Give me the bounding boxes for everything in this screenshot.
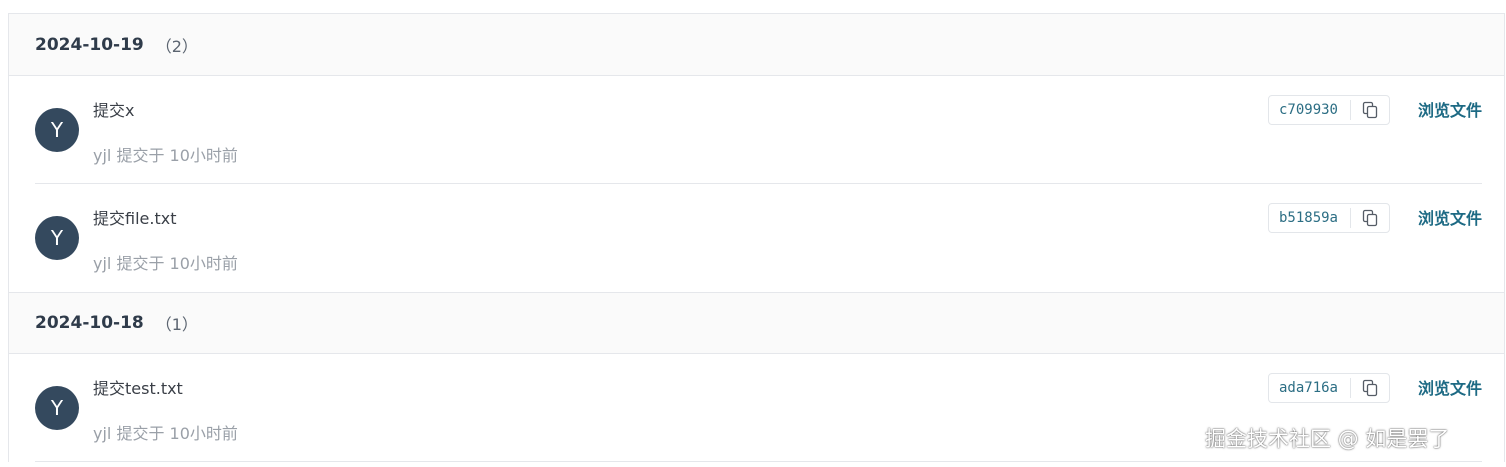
browse-files-link[interactable]: 浏览文件 bbox=[1418, 97, 1482, 121]
commit-row: Y 提交x yjl 提交于 10小时前 c709930 浏览文件 bbox=[35, 76, 1482, 184]
avatar[interactable]: Y bbox=[35, 386, 79, 430]
commit-sha-box: c709930 bbox=[1267, 95, 1390, 125]
commit-meta: yjl 提交于 10小时前 bbox=[93, 146, 238, 165]
group-date: 2024-10-18 bbox=[35, 313, 144, 333]
commit-meta: yjl 提交于 10小时前 bbox=[93, 424, 238, 443]
avatar[interactable]: Y bbox=[35, 108, 79, 152]
group-date: 2024-10-19 bbox=[35, 34, 144, 55]
commit-history-page: 2024-10-19 （2） Y 提交x yjl 提交于 10小时前 c7099… bbox=[0, 0, 1506, 467]
commit-meta: yjl 提交于 10小时前 bbox=[93, 254, 238, 273]
commit-sha-box: ada716a bbox=[1267, 373, 1390, 403]
commit-sha[interactable]: b51859a bbox=[1269, 208, 1351, 228]
copy-icon bbox=[1362, 379, 1378, 397]
commit-sha[interactable]: ada716a bbox=[1269, 378, 1351, 398]
group-commit-count: （2） bbox=[155, 36, 198, 56]
date-group-header: 2024-10-18 （1） bbox=[9, 292, 1504, 354]
browse-files-link[interactable]: 浏览文件 bbox=[1418, 375, 1482, 399]
copy-sha-button[interactable] bbox=[1351, 204, 1389, 232]
copy-sha-button[interactable] bbox=[1351, 96, 1389, 124]
date-group-commits: Y 提交x yjl 提交于 10小时前 c709930 浏览文件 Y 提交fil bbox=[9, 76, 1504, 292]
commit-message[interactable]: 提交file.txt bbox=[93, 205, 176, 229]
copy-sha-button[interactable] bbox=[1351, 374, 1389, 402]
commit-sha[interactable]: c709930 bbox=[1269, 100, 1351, 120]
date-group-header: 2024-10-19 （2） bbox=[9, 14, 1504, 76]
group-commit-count: （1） bbox=[155, 315, 198, 334]
browse-files-link[interactable]: 浏览文件 bbox=[1418, 205, 1482, 229]
copy-icon bbox=[1362, 101, 1378, 119]
watermark: 掘金技术社区 @ 如是罢了 bbox=[1205, 427, 1450, 451]
commit-message[interactable]: 提交test.txt bbox=[93, 375, 183, 399]
commit-message[interactable]: 提交x bbox=[93, 97, 134, 121]
commit-list: 2024-10-19 （2） Y 提交x yjl 提交于 10小时前 c7099… bbox=[8, 13, 1505, 462]
commit-row: Y 提交file.txt yjl 提交于 10小时前 b51859a 浏览文件 bbox=[35, 184, 1482, 292]
copy-icon bbox=[1362, 209, 1378, 227]
avatar[interactable]: Y bbox=[35, 216, 79, 260]
commit-sha-box: b51859a bbox=[1267, 203, 1390, 233]
